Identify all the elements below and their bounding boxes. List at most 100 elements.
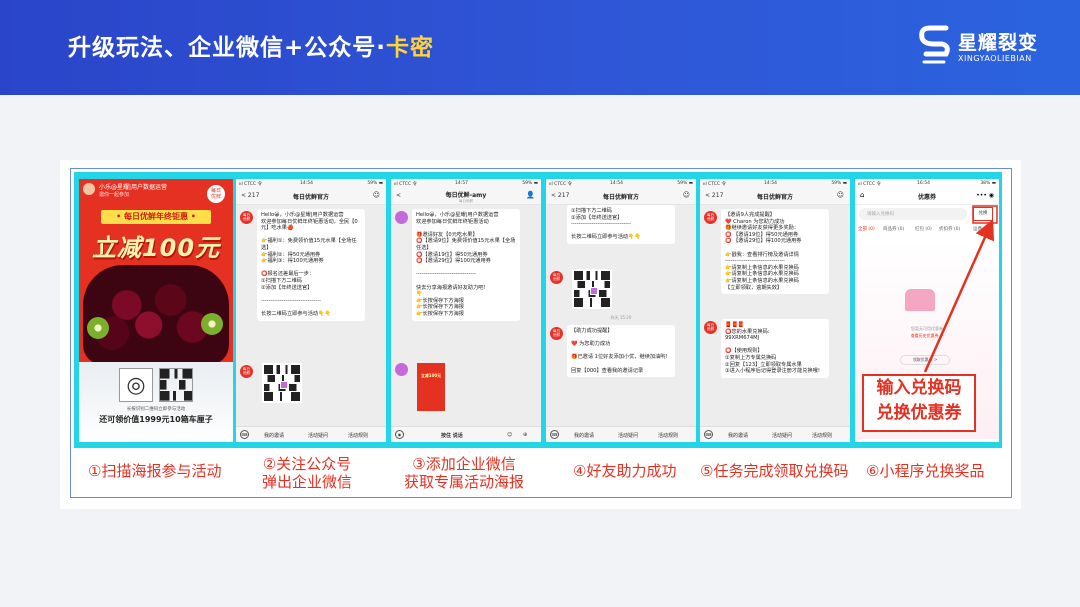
keyboard-icon[interactable]: ⌨ — [550, 430, 559, 439]
brand-avatar: 每日 优鲜 — [704, 321, 717, 334]
redeem-code-chat: ııl CTCC 令 14:54 59% ▬ < 217 每日优鲜官方 ☺ 每日… — [700, 179, 850, 442]
emoji-icon[interactable]: ☺ — [507, 432, 512, 438]
step-3: ③添加企业微信 获取专属活动海报 — [404, 455, 525, 491]
status-bar: ııl CTCC 令 14:57 59% ▬ — [391, 179, 541, 188]
carrier: ııl CTCC 令 — [703, 182, 727, 187]
timestamp: 昨天 15:20 — [610, 315, 632, 320]
empty-text: 您暂无可用优惠券 — [911, 326, 943, 331]
chat-message: 【助力成功提醒】 ❤️ 为您助力成功 🎁已邀请 1位好友添加小优，继续加油哟! … — [567, 325, 675, 378]
status-bar: ııl CTCC 令 14:54 59% ▬ — [236, 179, 386, 188]
step-5: ⑤任务完成领取兑换码 — [700, 462, 849, 480]
official-account-chat: ııl CTCC 令 14:54 59% ▬ < 217 每日优鲜官方 ☺ 每日… — [236, 179, 386, 442]
chat-navbar: < 217 每日优鲜官方 ☺ — [236, 188, 386, 205]
status-bar: ııl CTCC 令 16:54 38% ▬ — [855, 179, 999, 188]
capsule-menu-icon[interactable]: ••• ◉ — [976, 192, 994, 199]
tab-all[interactable]: 全部 (0) — [858, 226, 875, 232]
menu-my-invites[interactable]: 我的邀请 — [574, 432, 594, 439]
hold-to-talk-button[interactable]: 按住 说话 — [441, 432, 463, 439]
profile-icon[interactable]: ☺ — [683, 191, 690, 199]
tab-discount[interactable]: 折扣券 (0) — [939, 226, 960, 232]
clock: 16:54 — [917, 181, 930, 186]
clock: 14:54 — [610, 181, 623, 186]
poster-panel: 小乐@星耀|用户数据运营 邀你一起参加 每日 优鲜 • 每日优鲜年终钜惠 • 立… — [79, 179, 233, 442]
poster-invite: 邀你一起参加 — [99, 192, 130, 198]
clock: 14:54 — [764, 181, 777, 186]
keyboard-icon[interactable]: ⌨ — [704, 430, 713, 439]
keyboard-icon[interactable]: ⌨ — [240, 430, 249, 439]
chat-subtitle: 每日优鲜 — [459, 199, 473, 203]
poster-offer: 还可领价值1999元10箱车厘子 — [99, 415, 213, 424]
callout-line-2: 兑换优惠券 — [876, 403, 962, 423]
poster-ribbon: • 每日优鲜年终钜惠 • — [101, 210, 211, 224]
menu-rules[interactable]: 活动规则 — [348, 432, 368, 439]
menu-faq[interactable]: 活动疑问 — [308, 432, 328, 439]
chat-title: 每日优鲜官方 — [602, 194, 639, 201]
chat-title: 每日优鲜-amy — [445, 192, 487, 199]
agent-avatar — [395, 211, 408, 224]
redeem-code-input[interactable]: 请输入兑换码 — [859, 208, 967, 220]
chat-area: 每日 优鲜 【邀请9人完成提醒】 ❤️ Charon 为您助力成功 🎁继续邀请好… — [700, 205, 850, 426]
tab-product[interactable]: 商品券 (0) — [883, 226, 904, 232]
get-coupon-button[interactable]: 领取优惠券 > — [900, 355, 950, 365]
redeem-code-message: 🧧🧧🧧 ⭕您的水果兑换码: 99XRM674MJ ⭕【使用规则】 ①复制上方专属… — [721, 319, 829, 378]
brand-logo: 星耀裂变 XINGYAOLIEBIAN — [916, 22, 1056, 70]
carrier: ııl CTCC 令 — [858, 182, 882, 187]
chat-navbar: < 217 每日优鲜官方 ☺ — [546, 188, 696, 205]
profile-icon[interactable]: ☺ — [837, 191, 844, 199]
tab-redpacket[interactable]: 红包 (0) — [915, 226, 932, 232]
qr-logo-icon — [590, 287, 598, 295]
poster-thumbnail[interactable]: 立减100元 — [417, 363, 445, 411]
logo-text-en: XINGYAOLIEBIAN — [958, 54, 1032, 63]
battery: 59% ▬ — [367, 181, 383, 186]
fruit-image — [83, 265, 229, 365]
mini-program-navbar: ⌂ 优惠券 ••• ◉ — [855, 188, 999, 205]
carrier: ııl CTCC 令 — [239, 182, 263, 187]
voice-icon[interactable]: ◉ — [395, 430, 404, 439]
input-bar: ◉ 按住 说话 ☺ ⊕ — [391, 426, 541, 442]
chat-menu: ⌨ 我的邀请 活动疑问 活动规则 — [236, 426, 386, 442]
chat-area: ①扫描下方二维码 ②添加【年终送送官】 --------------------… — [546, 205, 696, 426]
clock: 14:57 — [455, 181, 468, 186]
brand-avatar: 每日 优鲜 — [704, 211, 717, 224]
header-band: 升级玩法、企业微信+公众号·卡密 星耀裂变 XINGYAOLIEBIAN — [0, 0, 1080, 95]
redeem-callout: 输入兑换码 兑换优惠券 — [862, 374, 976, 432]
chat-area: Hello😀，小乐@星耀|用户数据运营 欢迎参加每日优鲜年终钜惠活动 🎁邀请好友… — [391, 205, 541, 426]
callout-line-1: 输入兑换码 — [876, 378, 962, 398]
logo-mark-icon — [919, 25, 950, 64]
plus-icon[interactable]: ⊕ — [523, 432, 527, 438]
carrier: ııl CTCC 令 — [394, 182, 418, 187]
title-highlight: 卡密 — [386, 35, 435, 61]
brand-badge: 每日 优鲜 — [207, 185, 225, 203]
battery: 59% ▬ — [831, 181, 847, 186]
menu-rules[interactable]: 活动规则 — [812, 432, 832, 439]
menu-rules[interactable]: 活动规则 — [658, 432, 678, 439]
poster-user: 小乐@星耀|用户数据运营 — [99, 184, 168, 191]
qr-code[interactable] — [572, 269, 612, 309]
poster-footer: ◎ 长按识别二维码立即参与活动 还可领价值1999元10箱车厘子 — [79, 362, 233, 442]
profile-icon[interactable]: 👤 — [526, 191, 535, 199]
chat-title: 每日优鲜官方 — [292, 194, 329, 201]
chat-message: ①扫描下方二维码 ②添加【年终送送官】 --------------------… — [567, 205, 675, 244]
brand-avatar: 每日 优鲜 — [550, 271, 563, 284]
tab-shipping[interactable]: 运费 — [973, 226, 982, 232]
redeem-button[interactable]: 兑换 — [973, 207, 993, 221]
menu-faq[interactable]: 活动疑问 — [772, 432, 792, 439]
carrier: ııl CTCC 令 — [549, 182, 573, 187]
qr-code[interactable] — [159, 368, 193, 402]
profile-icon[interactable]: ☺ — [373, 191, 380, 199]
chat-menu: ⌨ 我的邀请 活动疑问 活动规则 — [700, 426, 850, 442]
poster-hint: 长按识别二维码立即参与活动 — [126, 407, 186, 412]
menu-my-invites[interactable]: 我的邀请 — [728, 432, 748, 439]
clock: 14:54 — [300, 181, 313, 186]
step-2: ②关注公众号 弹出企业微信 — [262, 455, 353, 491]
chat-message: Hello😀，小乐@星耀|用户数据运营 欢迎参加每日优鲜年终钜惠活动 🎁邀请好友… — [412, 209, 520, 321]
chat-navbar: < 每日优鲜-amy 每日优鲜 👤 — [391, 188, 541, 205]
avatar — [83, 183, 95, 195]
history-link[interactable]: 查看历史优惠券 > — [855, 333, 999, 339]
menu-my-invites[interactable]: 我的邀请 — [264, 432, 284, 439]
kiwi-icon — [87, 317, 109, 339]
empty-illustration-icon — [905, 289, 935, 311]
qr-code[interactable] — [262, 363, 302, 403]
status-bar: ııl CTCC 令 14:54 59% ▬ — [546, 179, 696, 188]
menu-faq[interactable]: 活动疑问 — [618, 432, 638, 439]
